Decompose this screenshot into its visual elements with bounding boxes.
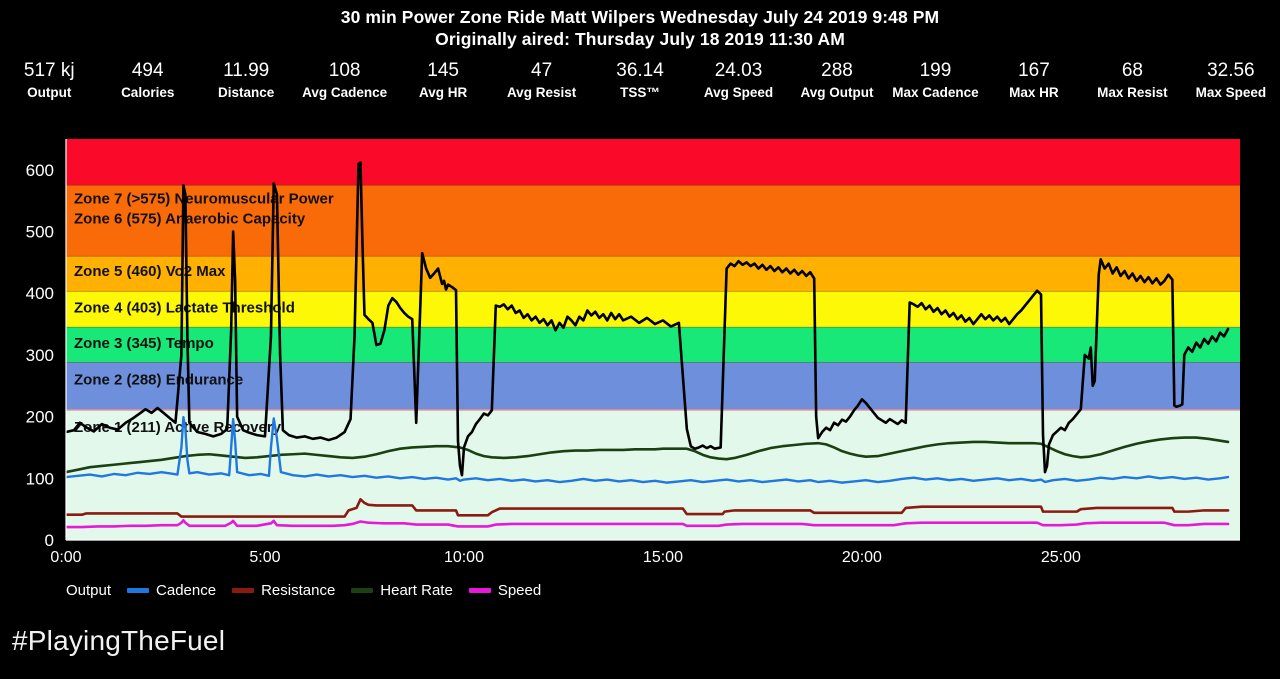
stat-cell: 288 Avg Output (788, 58, 886, 102)
series-line-heart-rate (66, 436, 1230, 474)
zone-label: Zone 7 (>575) Neuromuscular Power (74, 190, 334, 207)
stat-value: 24.03 (714, 60, 763, 81)
power-zone-band (66, 362, 1240, 410)
stat-label: Avg Resist (506, 85, 577, 100)
x-axis-tick-label: 10:00 (444, 549, 484, 566)
legend-item: Heart Rate (351, 582, 453, 599)
stat-label: Avg Speed (703, 85, 774, 100)
footer-hashtag: #PlayingTheFuel (12, 625, 226, 656)
stat-cell: 517 kj Output (0, 58, 98, 102)
power-zone-band (66, 185, 1240, 257)
legend-item: Output (66, 582, 111, 599)
x-axis-tick-label: 5:00 (249, 549, 280, 566)
stat-cell: 108 Avg Cadence (295, 58, 393, 102)
x-axis-tick-label: 25:00 (1041, 549, 1081, 566)
stat-value: 145 (427, 60, 459, 81)
stat-label: Output (27, 85, 72, 100)
legend-swatch-icon (468, 588, 491, 593)
stat-value: 108 (328, 60, 361, 81)
power-zone-bands (66, 139, 1240, 540)
stat-value: 199 (919, 60, 952, 81)
stat-label: Max Resist (1097, 85, 1168, 100)
chart-title-block: 30 min Power Zone Ride Matt Wilpers Wedn… (0, 0, 1280, 50)
y-axis: 0 100 200 300 400 500 600 (26, 161, 54, 550)
x-axis-tick-label: 0:00 (50, 549, 81, 566)
legend-item: Speed (468, 582, 542, 599)
zone-label: Zone 1 (211) Active Recovery (74, 419, 282, 436)
y-axis-tick-label: 600 (26, 161, 54, 180)
stat-value: 36.14 (616, 60, 664, 81)
power-zone-band (66, 256, 1240, 292)
stat-label: Max HR (1009, 85, 1059, 100)
series-line-cadence (66, 416, 1230, 484)
legend-label: Cadence (156, 582, 217, 599)
stat-label: TSS™ (620, 85, 660, 100)
y-axis-tick-label: 500 (26, 223, 54, 242)
y-axis-tick-label: 200 (26, 408, 54, 427)
y-axis-tick-label: 0 (45, 531, 54, 550)
stat-cell: 11.99 Distance (197, 58, 295, 102)
power-zone-band (66, 409, 1240, 540)
stat-cell: 167 Max HR (985, 58, 1083, 102)
zone-label: Zone 6 (575) Anaerobic Capacity (74, 210, 306, 227)
y-axis-tick-label: 300 (26, 346, 54, 365)
ride-stats-row: 517 kj Output 494 Calories 11.99 Distance 108 A… (0, 58, 1280, 114)
zone-label: Zone 2 (288) Endurance (74, 371, 243, 388)
stat-cell: 47 Avg Resist (492, 58, 590, 102)
stat-cell: 36.14 TSS™ (591, 58, 689, 102)
stat-cell: 24.03 Avg Speed (689, 58, 787, 102)
stat-value: 68 (1121, 60, 1143, 81)
chart-traces (66, 161, 1230, 529)
series-line-resistance (66, 497, 1230, 518)
stat-value: 11.99 (223, 60, 270, 81)
stat-value: 47 (531, 60, 553, 81)
power-zone-band (66, 139, 1240, 186)
x-axis-tick-label: 20:00 (842, 549, 882, 566)
legend-swatch-icon (127, 588, 150, 593)
legend-label: Resistance (261, 582, 336, 599)
stat-cell: 32.56 Max Speed (1182, 58, 1280, 102)
legend-swatch-icon (351, 588, 374, 593)
power-zone-band (66, 291, 1240, 328)
stat-cell: 494 Calories (98, 58, 196, 102)
stat-cell: 199 Max Cadence (886, 58, 984, 102)
zone-labels: Zone 7 (>575) Neuromuscular Power Zone 6 … (74, 190, 334, 436)
stat-label: Avg Output (800, 85, 874, 100)
x-axis: 0:00 5:00 10:00 15:00 20:00 25:00 (50, 549, 1081, 566)
zone-label: Zone 3 (345) Tempo (74, 335, 214, 352)
stat-label: Avg Cadence (302, 85, 388, 100)
stat-cell: 68 Max Resist (1083, 58, 1181, 102)
stat-label: Max Speed (1195, 85, 1267, 100)
stat-value: 167 (1018, 60, 1050, 81)
legend-item: Cadence (127, 582, 216, 599)
series-line-output (66, 161, 1230, 477)
legend-swatch-icon (232, 588, 255, 593)
stat-cell: 145 Avg HR (394, 58, 492, 102)
stat-label: Max Cadence (892, 85, 979, 100)
stat-value: 32.56 (1207, 60, 1255, 81)
page-subtitle: Originally aired: Thursday July 18 2019 … (435, 29, 845, 49)
stat-value: 288 (821, 60, 853, 81)
zone-label: Zone 4 (403) Lactate Threshold (74, 299, 295, 316)
y-axis-tick-label: 100 (26, 469, 54, 488)
stat-label: Calories (121, 85, 175, 100)
legend-label: Heart Rate (380, 582, 453, 599)
stat-value: 494 (131, 60, 164, 81)
page-title: 30 min Power Zone Ride Matt Wilpers Wedn… (340, 7, 940, 27)
legend-label: Output (66, 582, 112, 599)
stat-value: 517 kj (23, 60, 75, 81)
series-line-speed (66, 518, 1230, 529)
legend-item: Resistance (232, 582, 335, 599)
stat-label: Avg HR (418, 85, 468, 100)
stat-label: Distance (218, 85, 275, 100)
chart-legend: Output Cadence Resistance Heart Rate Speed (66, 582, 1240, 599)
power-zone-ride-chart-page: 30 min Power Zone Ride Matt Wilpers Wedn… (0, 0, 1280, 679)
x-axis-tick-label: 15:00 (643, 549, 683, 566)
y-axis-tick-label: 400 (26, 284, 54, 303)
power-zone-band (66, 327, 1240, 363)
legend-label: Speed (497, 582, 542, 599)
zone-label: Zone 5 (460) Vo2 Max (74, 263, 226, 280)
